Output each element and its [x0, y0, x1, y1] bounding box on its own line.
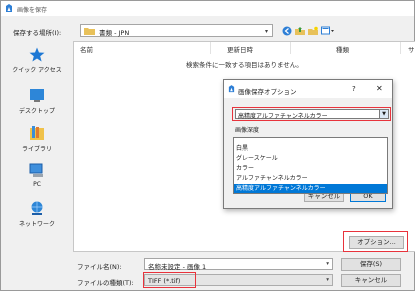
- filetype-highlight-box: [143, 272, 196, 288]
- options-title-bar: 画像保存オプション ? ✕: [224, 80, 392, 98]
- app-icon: [228, 85, 235, 93]
- column-separator: [290, 42, 291, 54]
- places-bar: クイック アクセス デスクトップ ライブラリ PC ネットワーク: [4, 41, 70, 251]
- chevron-down-icon[interactable]: ▾: [326, 261, 329, 267]
- dropdown-option[interactable]: グレースケール: [234, 154, 387, 163]
- location-combo[interactable]: 書類 - JPN ▾: [80, 24, 273, 37]
- place-label: クイック アクセス: [12, 67, 62, 74]
- filename-input[interactable]: 名称未設定 - 画像 1 ▾: [144, 258, 333, 271]
- computer-icon: [29, 163, 43, 177]
- image-depth-dropdown-list[interactable]: 白黒 グレースケール カラー アルファチャンネルカラー 高精度アルファチャンネル…: [233, 137, 388, 194]
- dropdown-option[interactable]: カラー: [234, 164, 387, 173]
- place-desktop[interactable]: デスクトップ: [4, 88, 70, 115]
- image-depth-label: 画像深度: [235, 127, 260, 134]
- select-highlight-box: [232, 107, 391, 121]
- column-header-name[interactable]: 名前: [80, 44, 93, 54]
- column-header-modified[interactable]: 更新日時: [227, 44, 253, 54]
- title-bar: 画像を保存: [1, 1, 414, 16]
- column-separator: [210, 42, 211, 54]
- chevron-down-icon: ▾: [264, 28, 268, 35]
- place-pc[interactable]: PC: [4, 163, 70, 188]
- view-menu-icon[interactable]: [321, 26, 335, 36]
- place-quick-access[interactable]: クイック アクセス: [4, 47, 70, 74]
- column-header-type[interactable]: 種類: [336, 44, 349, 54]
- column-header-size[interactable]: サ: [408, 44, 415, 54]
- up-folder-icon[interactable]: [295, 26, 305, 36]
- window-title: 画像を保存: [17, 7, 48, 14]
- dropdown-option[interactable]: 白黒: [234, 144, 387, 153]
- place-label: ネットワーク: [18, 221, 55, 228]
- back-icon[interactable]: [282, 26, 292, 36]
- desktop-icon: [30, 89, 44, 102]
- place-label: ライブラリ: [21, 146, 52, 153]
- star-icon: [29, 47, 45, 62]
- library-icon: [30, 126, 44, 140]
- options-highlight-box: [343, 231, 408, 252]
- nav-toolbar: [282, 25, 335, 37]
- save-button[interactable]: 保存(S): [341, 258, 401, 271]
- folder-icon: [84, 28, 95, 35]
- place-label: PC: [33, 181, 41, 188]
- help-button[interactable]: ?: [352, 85, 356, 93]
- dropdown-option-selected[interactable]: 高精度アルファチャンネルカラー: [234, 184, 387, 193]
- new-folder-icon[interactable]: [308, 26, 318, 36]
- dropdown-option[interactable]: アルファチャンネルカラー: [234, 174, 387, 183]
- filename-label: ファイル名(N):: [77, 263, 122, 271]
- app-icon: [6, 4, 12, 12]
- column-separator: [400, 42, 401, 54]
- filetype-label: ファイルの種類(T):: [77, 279, 134, 287]
- cancel-button[interactable]: キャンセル: [341, 274, 401, 287]
- place-network[interactable]: ネットワーク: [4, 201, 70, 228]
- filename-value: 名称未設定 - 画像 1: [148, 263, 207, 271]
- network-icon: [31, 201, 43, 215]
- chevron-down-icon: ▾: [326, 277, 329, 283]
- location-value: 書類 - JPN: [99, 29, 130, 37]
- place-label: デスクトップ: [18, 108, 55, 115]
- close-button[interactable]: ✕: [376, 84, 383, 93]
- empty-message: 検索条件に一致する項目はありません。: [186, 61, 303, 69]
- location-label: 保存する場所(I):: [13, 29, 62, 37]
- place-library[interactable]: ライブラリ: [4, 126, 70, 153]
- options-dialog-title: 画像保存オプション: [238, 88, 297, 96]
